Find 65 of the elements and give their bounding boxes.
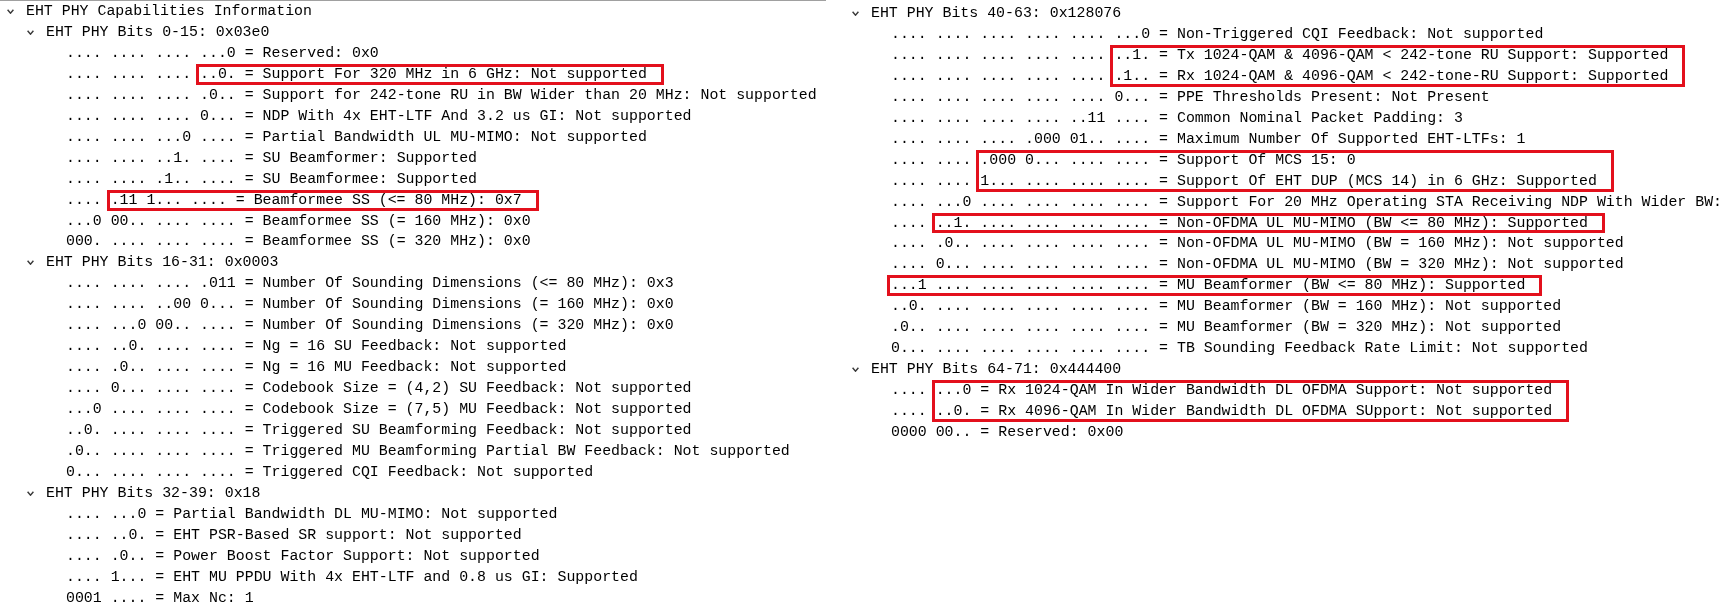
tree-node[interactable]: EHT PHY Bits 32-39: 0x18	[20, 482, 261, 504]
tree-item[interactable]: ..0. .... .... .... = Triggered SU Beamforming Feedback: Not supported	[66, 420, 692, 441]
tree-item[interactable]: 000. .... .... .... = Beamformee SS (= 320 MHz): 0x0	[66, 231, 531, 253]
bit-mask: ....	[891, 402, 927, 422]
tree-item[interactable]: .... ...0 = Partial Bandwidth DL MU-MIMO: Not supported	[66, 503, 558, 525]
tree-item[interactable]: .... 0... .... .... .... .... = Non-OFDMA UL MU-MIMO (BW = 320 MHz): Not supported	[891, 254, 1624, 276]
tree-item[interactable]: .... .... .... ...0 = Reserved: 0x0	[66, 42, 379, 64]
tree-item[interactable]: .... ...0 .... .... .... .... = Support For 20 MHz Operating STA Receiving NDP With Wider BW:	[891, 191, 1723, 213]
tree-item[interactable]: ...0 .... .... .... = Codebook Size = (7,5) MU Feedback: Not supported	[66, 399, 692, 421]
tree-item[interactable]: .000 0... .... .... = Support Of MCS 15: 0	[980, 149, 1597, 171]
tree-node[interactable]: EHT PHY Bits 64-71: 0x444400	[845, 359, 1122, 381]
tree-item[interactable]: .... .... .1.. .... = SU Beamformee: Supported	[66, 168, 478, 190]
bit-mask: .... .... ....	[66, 64, 192, 84]
tree-item[interactable]: 0... .... .... .... = Triggered CQI Feedback: Not supported	[66, 461, 594, 483]
bit-mask: .... .... .... .... ....	[891, 45, 1106, 65]
tree-item[interactable]: .... .... .... 0... = NDP With 4x EHT-LTF And 3.2 us GI: Not supported	[66, 105, 692, 127]
bit-mask: .... ....	[891, 171, 972, 191]
tree-item[interactable]: .... .0.. .... .... = Ng = 16 MU Feedback: Not supported	[66, 357, 567, 379]
chevron-down-icon[interactable]	[852, 367, 859, 373]
chevron-down-icon[interactable]	[27, 29, 34, 35]
tree-item[interactable]: ..1. .... .... .... .... = Non-OFDMA UL MU-MIMO (BW <= 80 MHz): Supported	[935, 212, 1588, 234]
tree-item[interactable]: .... .... .... .... .... ...0 = Non-Triggered CQI Feedback: Not supported	[891, 23, 1544, 45]
chevron-down-icon[interactable]	[7, 8, 14, 14]
tree-item[interactable]: .... .... .... .0.. = Support for 242-tone RU in BW Wider than 20 MHz: Not supported	[66, 84, 817, 106]
tree-item[interactable]: .... .... .... .... ..11 .... = Common Nominal Packet Padding: 3	[891, 107, 1463, 129]
tree-item[interactable]: 1... .... .... .... = Support Of EHT DUP (MCS 14) in 6 GHz: Supported	[980, 170, 1597, 192]
tree-item[interactable]: .0.. .... .... .... .... .... = MU Beamformer (BW = 320 MHz): Not supported	[891, 317, 1562, 339]
tree-item[interactable]: .... .... .... .011 = Number Of Sounding Dimensions (<= 80 MHz): 0x3	[66, 273, 674, 295]
tree-item[interactable]: .0.. .... .... .... = Triggered MU Beamforming Partial BW Feedback: Not supported	[66, 441, 790, 462]
tree-item[interactable]: .... .0.. .... .... .... .... = Non-OFDMA UL MU-MIMO (BW = 160 MHz): Not supported	[891, 233, 1624, 255]
tree-item[interactable]: .... .0.. = Power Boost Factor Support: Not supported	[66, 545, 540, 567]
tree-item[interactable]: 0001 .... = Max Nc: 1	[66, 587, 254, 609]
tree-item[interactable]: .... ..0. = EHT PSR-Based SR support: Not supported	[66, 524, 522, 546]
tree-item[interactable]: .... ...0 00.. .... = Number Of Sounding Dimensions (= 320 MHz): 0x0	[66, 315, 674, 337]
tree-item[interactable]: ...0 = Rx 1024-QAM In Wider Bandwidth DL OFDMA Support: Not supported	[935, 380, 1553, 402]
tree-item[interactable]: .... 1... = EHT MU PPDU With 4x EHT-LTF and 0.8 us GI: Supported	[66, 566, 638, 588]
tree-item[interactable]: ..0. .... .... .... .... .... = MU Beamformer (BW = 160 MHz): Not supported	[891, 296, 1562, 318]
tree-item[interactable]: .... .... .... .... .... 0... = PPE Thresholds Present: Not Present	[891, 86, 1490, 108]
tree-item[interactable]: .... .... ..1. .... = SU Beamformer: Supported	[66, 147, 478, 169]
tree-node[interactable]: EHT PHY Bits 40-63: 0x128076	[845, 3, 1122, 24]
tree-item[interactable]: .... .... ..00 0... = Number Of Sounding Dimensions (= 160 MHz): 0x0	[66, 294, 674, 316]
tree-item[interactable]: .... 0... .... .... = Codebook Size = (4,2) SU Feedback: Not supported	[66, 378, 692, 400]
tree-node[interactable]: EHT PHY Bits 16-31: 0x0003	[20, 252, 279, 274]
tree-item[interactable]: .11 1... .... = Beamformee SS (<= 80 MHz): 0x7	[110, 189, 522, 211]
tree-item[interactable]: ..0. = Support For 320 MHz in 6 GHz: Not supported	[200, 63, 647, 85]
bit-mask: .... .... .... .... ....	[891, 66, 1106, 86]
chevron-down-icon[interactable]	[27, 490, 34, 496]
bit-mask: ....	[891, 213, 927, 233]
tree-node[interactable]: EHT PHY Capabilities Information	[0, 1, 312, 22]
bit-mask: ....	[66, 190, 102, 210]
tree-item[interactable]: .1.. = Rx 1024-QAM & 4096-QAM < 242-tone-RU Support: Supported	[1114, 65, 1669, 87]
tree-item[interactable]: .... .... .... .000 01.. .... = Maximum Number Of Supported EHT-LTFs: 1	[891, 128, 1526, 150]
chevron-down-icon[interactable]	[852, 10, 859, 16]
tree-item[interactable]: ..1. = Tx 1024-QAM & 4096-QAM < 242-tone RU Support: Supported	[1114, 44, 1669, 66]
chevron-down-icon[interactable]	[27, 260, 34, 266]
tree-item[interactable]: .... ..0. .... .... = Ng = 16 SU Feedback: Not supported	[66, 336, 567, 358]
tree-item[interactable]: .... .... ...0 .... = Partial Bandwidth UL MU-MIMO: Not supported	[66, 126, 647, 148]
tree-item[interactable]: ..0. = Rx 4096-QAM In Wider Bandwidth DL OFDMA SUpport: Not supported	[935, 401, 1553, 423]
tree-item[interactable]: ...1 .... .... .... .... .... = MU Beamformer (BW <= 80 MHz): Supported	[891, 275, 1526, 297]
bit-mask: ....	[891, 381, 927, 401]
tree-item[interactable]: 0... .... .... .... .... .... = TB Sounding Feedback Rate Limit: Not supported	[891, 338, 1588, 360]
bit-mask: .... ....	[891, 150, 972, 170]
tree-item[interactable]: 0000 00.. = Reserved: 0x00	[891, 422, 1124, 443]
tree-node[interactable]: EHT PHY Bits 0-15: 0x03e0	[20, 21, 270, 43]
tree-item[interactable]: ...0 00.. .... .... = Beamformee SS (= 160 MHz): 0x0	[66, 210, 531, 232]
